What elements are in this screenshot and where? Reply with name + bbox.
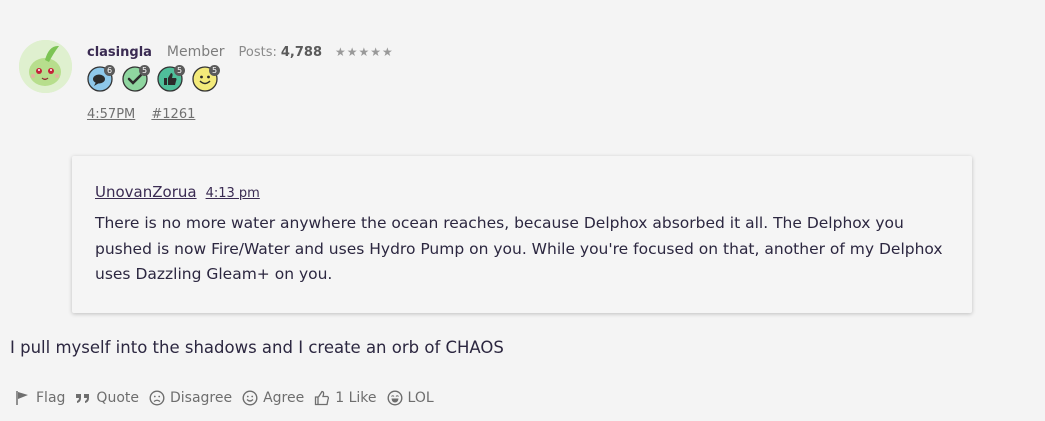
flag-label: Flag (36, 390, 66, 406)
badge-count: 5 (174, 65, 185, 76)
post-time-link[interactable]: 4:57PM (87, 107, 135, 122)
checkmark-badge[interactable]: 5 (122, 65, 150, 92)
rating-stars: ★★★★★ (335, 45, 394, 59)
quote-icon (76, 394, 90, 403)
lol-label: LOL (407, 390, 434, 406)
user-role: Member (166, 44, 225, 60)
flag-button[interactable]: Flag (15, 390, 65, 406)
post-number-link[interactable]: #1261 (151, 107, 195, 122)
thumbs-up-icon (315, 390, 330, 406)
quote-header: UnovanZorua 4:13 pm (95, 183, 260, 201)
quote-text: There is no more water anywhere the ocea… (95, 214, 943, 283)
laugh-icon (387, 390, 403, 406)
disagree-button[interactable]: Disagree (149, 390, 232, 406)
thumbs-up-badge[interactable]: 5 (157, 65, 185, 92)
post-body: I pull myself into the shadows and I cre… (10, 338, 504, 357)
like-label: 1 Like (335, 390, 377, 406)
quote-label: Quote (96, 390, 139, 406)
badge-count: 6 (104, 65, 115, 76)
user-badges: 6 5 5 5 (87, 65, 220, 94)
agree-label: Agree (263, 390, 305, 406)
badge-count: 5 (209, 65, 220, 76)
quote-author-link[interactable]: UnovanZorua (95, 183, 197, 201)
lol-button[interactable]: LOL (387, 390, 434, 406)
author-info: clasingla Member Posts: 4,788 ★★★★★ (87, 44, 394, 64)
quote-button[interactable]: Quote (75, 390, 139, 406)
like-button[interactable]: 1 Like (314, 390, 377, 406)
smiley-badge[interactable]: 5 (192, 65, 220, 92)
post-meta: 4:57PM #1261 (87, 107, 195, 122)
quote-time-link[interactable]: 4:13 pm (206, 186, 260, 201)
avatar[interactable] (19, 40, 72, 93)
badge-count: 5 (139, 65, 150, 76)
quote-block: UnovanZorua 4:13 pm There is no more wat… (72, 156, 972, 313)
speech-bubble-badge[interactable]: 6 (87, 65, 115, 92)
posts-count: 4,788 (280, 45, 322, 60)
frown-icon (149, 390, 165, 406)
username-link[interactable]: clasingla (87, 45, 152, 60)
flag-icon (16, 391, 28, 405)
disagree-label: Disagree (169, 390, 233, 406)
smile-icon (242, 390, 258, 406)
post-actions: Flag Quote Disagree Agree 1 Like LOL (15, 390, 444, 406)
agree-button[interactable]: Agree (242, 390, 304, 406)
posts-label: Posts: (238, 45, 277, 60)
